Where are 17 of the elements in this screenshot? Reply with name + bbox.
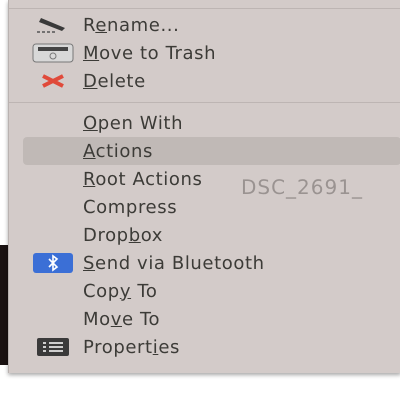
menu-item[interactable]: Compress: [23, 193, 186, 221]
menu-item[interactable]: Send via Bluetooth: [23, 249, 273, 277]
menu-item[interactable]: Open With: [23, 109, 192, 137]
menu-item[interactable]: Delete: [23, 67, 154, 95]
menu-item[interactable]: Move to Trash: [23, 39, 224, 67]
bluetooth-icon: [33, 253, 73, 273]
menu-item[interactable]: Properties: [23, 333, 188, 361]
menu-item[interactable]: Move To: [23, 305, 168, 333]
menu-item[interactable]: Rename...: [23, 11, 188, 39]
menu-item[interactable]: Root Actions: [23, 165, 210, 193]
trash-icon: [32, 43, 74, 63]
menu-item[interactable]: Dropbox: [23, 221, 172, 249]
menu-item[interactable]: Copy To: [23, 277, 166, 305]
file-name-label: DSC_2691_: [241, 175, 363, 199]
properties-icon: [37, 338, 69, 356]
delete-icon: [40, 74, 66, 88]
menu-item[interactable]: Actions: [23, 137, 400, 165]
